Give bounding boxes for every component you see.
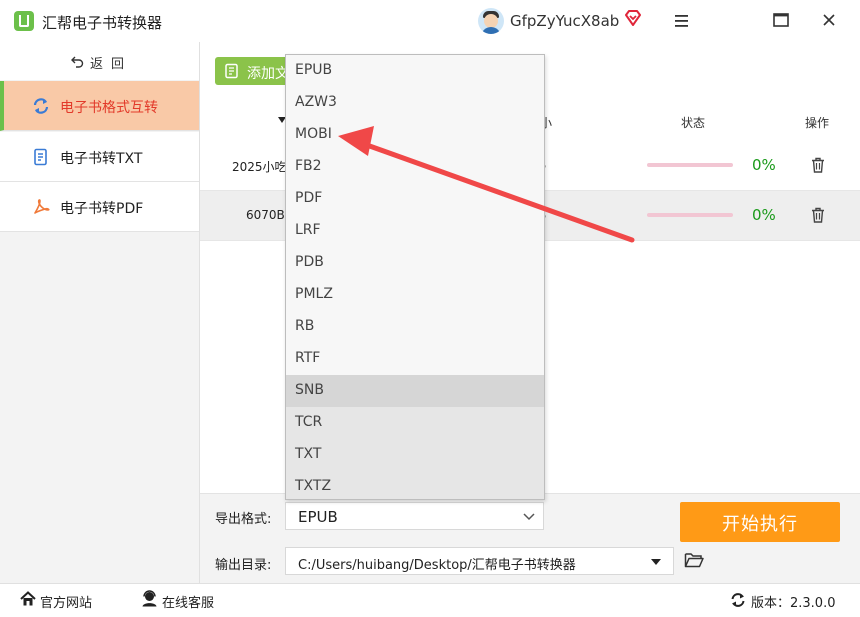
start-button[interactable]: 开始执行	[680, 502, 840, 542]
sidebar-item-format-convert[interactable]: 电子书格式互转	[0, 81, 199, 131]
caret-down-icon	[651, 559, 661, 565]
option-label: PDF	[295, 190, 323, 206]
avatar[interactable]	[478, 8, 504, 34]
app-logo-icon	[14, 11, 34, 31]
chevron-down-icon	[523, 513, 535, 521]
home-icon[interactable]	[20, 591, 36, 607]
dropdown-option-fb2[interactable]: FB2	[286, 151, 544, 183]
header-actions: 操作	[805, 116, 830, 130]
vip-diamond-icon[interactable]	[624, 9, 642, 27]
document-icon	[34, 148, 47, 166]
back-button[interactable]: 返回	[0, 42, 199, 80]
official-site-link[interactable]: 官方网站	[40, 592, 92, 611]
option-label: MOBI	[295, 126, 332, 142]
close-icon[interactable]	[820, 11, 838, 29]
trash-icon[interactable]	[811, 207, 825, 223]
refresh-icon[interactable]	[730, 592, 746, 608]
sidebar-item-label: 电子书转PDF	[60, 201, 144, 217]
option-label: AZW3	[295, 94, 337, 110]
sidebar-item-label: 电子书格式互转	[60, 100, 158, 116]
add-file-label: 添加文	[247, 66, 289, 82]
folder-open-icon[interactable]	[684, 551, 704, 569]
dropdown-option-lrf[interactable]: LRF	[286, 215, 544, 247]
option-label: RB	[295, 318, 315, 334]
dropdown-option-txt[interactable]: TXT	[286, 439, 544, 471]
export-format-value: EPUB	[298, 508, 338, 526]
dropdown-option-rb[interactable]: RB	[286, 311, 544, 343]
maximize-icon[interactable]	[772, 11, 790, 29]
back-arrow-icon	[71, 56, 84, 68]
online-service-link[interactable]: 在线客服	[162, 592, 214, 611]
option-label: TXT	[295, 446, 322, 462]
version-label: 版本：2.3.0.0	[751, 596, 836, 611]
dropdown-option-tcr[interactable]: TCR	[286, 407, 544, 439]
sidebar-item-label: 电子书转TXT	[60, 151, 143, 167]
option-label: TXTZ	[295, 478, 332, 494]
option-label: TCR	[295, 414, 323, 430]
dropdown-option-snb[interactable]: SNB	[286, 375, 544, 407]
option-label: FB2	[295, 158, 322, 174]
progress-bar	[647, 213, 733, 217]
dropdown-option-azw3[interactable]: AZW3	[286, 87, 544, 119]
progress-percent: 0%	[752, 206, 776, 224]
dropdown-option-epub[interactable]: EPUB	[286, 55, 544, 87]
refresh-icon	[33, 98, 49, 114]
output-dir-label: 输出目录:	[215, 558, 272, 573]
option-label: LRF	[295, 222, 321, 238]
add-file-icon	[225, 63, 238, 79]
option-label: SNB	[295, 382, 324, 398]
progress-bar	[647, 163, 733, 167]
username[interactable]: GfpZyYucX8ab	[510, 12, 619, 30]
format-dropdown-list[interactable]: EPUB AZW3 MOBI FB2 PDF LRF PDB PMLZ RB RTF SNB TCR T…	[285, 54, 545, 500]
dropdown-option-txtz[interactable]: TXTZ	[286, 471, 544, 499]
option-label: PDB	[295, 254, 324, 270]
option-label: RTF	[295, 350, 321, 366]
output-dir-value: C:/Users/huibang/Desktop/汇帮电子书转换器	[298, 558, 576, 573]
dropdown-option-pdb[interactable]: PDB	[286, 247, 544, 279]
header-status: 状态	[681, 116, 706, 130]
export-format-label: 导出格式:	[215, 512, 272, 527]
dropdown-option-pmlz[interactable]: PMLZ	[286, 279, 544, 311]
app-title: 汇帮电子书转换器	[42, 14, 163, 32]
menu-icon[interactable]	[672, 12, 692, 30]
export-format-select[interactable]: EPUB	[285, 502, 544, 530]
sidebar-item-to-pdf[interactable]: 电子书转PDF	[0, 182, 199, 232]
file-name: 2025小吃	[232, 160, 287, 174]
back-label: 返回	[90, 57, 133, 72]
progress-percent: 0%	[752, 156, 776, 174]
add-file-button[interactable]: 添加文	[215, 57, 295, 85]
option-label: PMLZ	[295, 286, 333, 302]
dropdown-option-pdf[interactable]: PDF	[286, 183, 544, 215]
pdf-icon	[34, 199, 50, 214]
customer-service-icon[interactable]	[141, 590, 158, 607]
start-label: 开始执行	[722, 514, 798, 535]
dropdown-option-rtf[interactable]: RTF	[286, 343, 544, 375]
sidebar-item-to-txt[interactable]: 电子书转TXT	[0, 132, 199, 182]
dropdown-option-mobi[interactable]: MOBI	[286, 119, 544, 151]
output-dir-select[interactable]: C:/Users/huibang/Desktop/汇帮电子书转换器	[285, 547, 674, 575]
option-label: EPUB	[295, 62, 333, 78]
trash-icon[interactable]	[811, 157, 825, 173]
